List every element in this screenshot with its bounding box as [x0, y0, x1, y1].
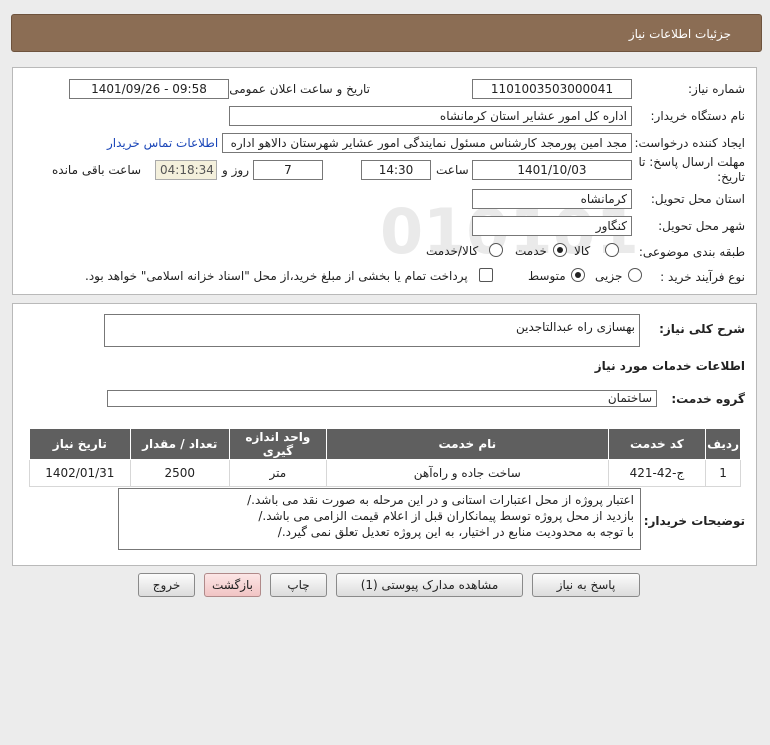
- category-option-goods-service: کالا/خدمت: [426, 244, 479, 258]
- cell-service-code: ج-42-421: [607, 459, 707, 487]
- days-label: روز و: [222, 163, 249, 177]
- category-radio-service[interactable]: [553, 243, 567, 257]
- city-field: کنگاور: [472, 216, 632, 236]
- treasury-payment-note: پرداخت تمام یا بخشی از مبلغ خرید،از محل …: [85, 269, 468, 283]
- need-number-field: 1101003503000041: [472, 79, 632, 99]
- category-label: طبقه بندی موضوعی:: [638, 245, 745, 259]
- buyer-note-line: بازدید از محل پروژه توسط پیمانکاران قبل …: [258, 509, 634, 523]
- service-group-field: ساختمان: [107, 390, 657, 407]
- col-need-date: تاریخ نیاز: [29, 428, 131, 460]
- province-field: کرمانشاه: [472, 189, 632, 209]
- category-option-service: خدمت: [515, 244, 547, 258]
- exit-button[interactable]: خروج: [138, 573, 195, 597]
- province-label: استان محل تحویل:: [650, 192, 745, 206]
- buyer-notes-text: اعتبار پروژه از محل اعتبارات استانی و در…: [119, 489, 640, 543]
- process-type-label: نوع فرآیند خرید :: [660, 270, 745, 284]
- buyer-note-line: اعتبار پروژه از محل اعتبارات استانی و در…: [247, 493, 634, 507]
- process-radio-minor[interactable]: [628, 268, 642, 282]
- col-unit: واحد اندازه گیری: [228, 428, 327, 460]
- cell-service-name: ساخت جاده و راه‌آهن: [325, 459, 609, 487]
- col-service-name: نام خدمت: [325, 428, 609, 460]
- days-field: 7: [253, 160, 323, 180]
- city-label: شهر محل تحویل:: [658, 219, 745, 233]
- back-button[interactable]: بازگشت: [204, 573, 261, 597]
- remaining-time-field: 04:18:34: [155, 160, 217, 180]
- cell-unit: متر: [228, 459, 327, 487]
- services-table: ردیف کد خدمت نام خدمت واحد اندازه گیری ت…: [29, 428, 741, 487]
- page-header: جزئیات اطلاعات نیاز: [11, 14, 762, 52]
- announce-date-label: تاریخ و ساعت اعلان عمومی:: [225, 82, 370, 96]
- buyer-notes-box: اعتبار پروژه از محل اعتبارات استانی و در…: [118, 488, 641, 550]
- attachments-button[interactable]: مشاهده مدارک پیوستی (1): [336, 573, 523, 597]
- reply-button[interactable]: پاسخ به نیاز: [532, 573, 640, 597]
- col-quantity: تعداد / مقدار: [129, 428, 230, 460]
- process-radio-medium[interactable]: [571, 268, 585, 282]
- treasury-payment-checkbox[interactable]: [479, 268, 493, 282]
- remaining-time-label: ساعت باقی مانده: [52, 163, 142, 177]
- buyer-notes-label: توضیحات خریدار:: [643, 514, 745, 528]
- table-row: 1 ج-42-421 ساخت جاده و راه‌آهن متر 2500 …: [29, 459, 741, 487]
- creator-field: مجد امین پورمجد کارشناس مسئول نمایندگی ا…: [222, 133, 632, 153]
- deadline-label: مهلت ارسال پاسخ: تا تاریخ:: [638, 155, 745, 184]
- creator-label: ایجاد کننده درخواست:: [634, 136, 745, 150]
- service-group-label: گروه خدمت:: [671, 392, 745, 406]
- cell-need-date: 1402/01/31: [29, 459, 131, 487]
- category-option-goods: کالا: [574, 244, 591, 258]
- summary-label: شرح کلی نیاز:: [659, 322, 745, 336]
- services-section-title: اطلاعات خدمات مورد نیاز: [594, 359, 745, 373]
- process-option-medium: متوسط: [528, 269, 566, 283]
- col-service-code: کد خدمت: [607, 428, 707, 460]
- summary-field: بهسازی راه عبدالتاجدین: [104, 314, 640, 347]
- col-row-number: ردیف: [705, 428, 741, 460]
- deadline-date-field: 1401/10/03: [472, 160, 632, 180]
- deadline-time-field: 14:30: [361, 160, 431, 180]
- process-option-minor: جزیی: [595, 269, 623, 283]
- cell-quantity: 2500: [129, 459, 230, 487]
- buyer-org-label: نام دستگاه خریدار:: [650, 109, 746, 123]
- category-radio-goods-service[interactable]: [489, 243, 503, 257]
- cell-row-number: 1: [705, 459, 741, 487]
- need-number-label: شماره نیاز:: [688, 82, 745, 96]
- buyer-contact-link[interactable]: اطلاعات تماس خریدار: [107, 136, 218, 150]
- category-radio-goods[interactable]: [605, 243, 619, 257]
- print-button[interactable]: چاپ: [270, 573, 327, 597]
- deadline-time-label: ساعت: [436, 163, 469, 177]
- buyer-note-line: با توجه به محدودیت منابع در اختیار، به ا…: [277, 525, 634, 539]
- buyer-org-field: اداره کل امور عشایر استان کرمانشاه: [229, 106, 632, 126]
- services-table-header: ردیف کد خدمت نام خدمت واحد اندازه گیری ت…: [29, 428, 741, 460]
- announce-date-field: 1401/09/26 - 09:58: [69, 79, 229, 99]
